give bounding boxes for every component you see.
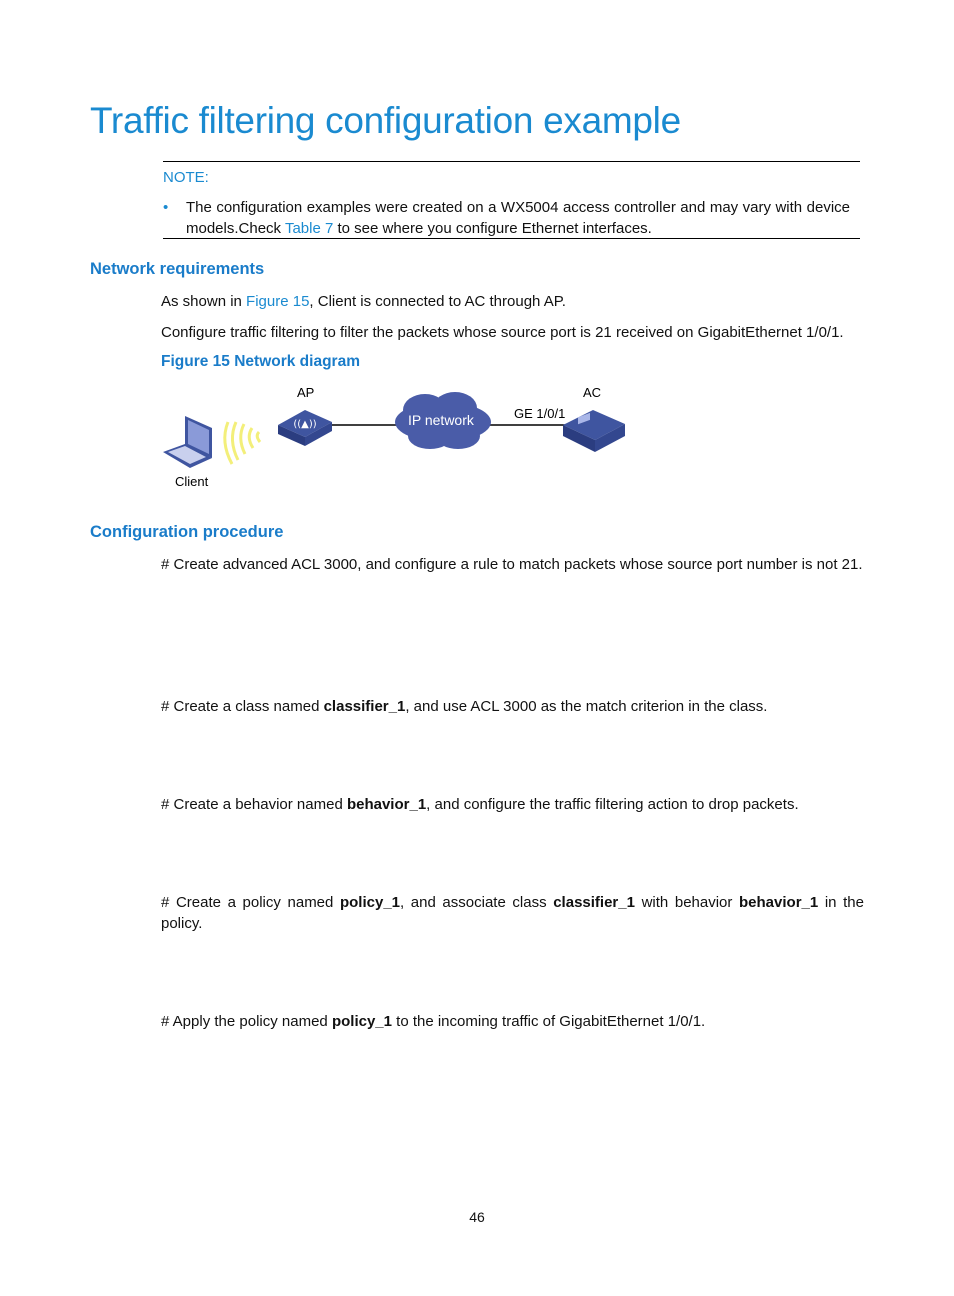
ac-label: AC [583,385,602,400]
requirements-paragraph-1: As shown in Figure 15, Client is connect… [161,291,864,312]
text: , and configure the traffic filtering ac… [426,796,799,813]
policy-name: policy_1 [339,894,401,911]
laptop-icon [163,416,212,468]
text: to the incoming traffic of GigabitEthern… [391,1013,706,1030]
class-name: classifier_1 [553,894,635,911]
diagram-graphics: ((▲)) [163,392,625,468]
step-4: # Create a policy named policy_1, and as… [161,892,864,934]
document-page: Traffic filtering configuration example … [0,0,954,1296]
note-bullet: • The configuration examples were create… [163,197,850,239]
ac-device-icon [563,410,625,452]
network-diagram: ((▲)) AP AC GE 1/0/1 IP network Client [150,380,640,495]
step-2: # Create a class named classifier_1, and… [161,696,864,717]
figure-15-link[interactable]: Figure 15 [246,293,309,310]
policy-name: policy_1 [331,1013,392,1030]
note-top-rule [163,161,860,162]
text: , and use ACL 3000 as the match criterio… [405,698,768,715]
page-title: Traffic filtering configuration example [90,100,681,141]
step-5: # Apply the policy named policy_1 to the… [161,1011,864,1032]
note-bottom-rule [163,238,860,239]
text: # Apply the policy named [161,1013,332,1030]
text: # Create a behavior named [161,796,347,813]
behavior-name: behavior_1 [739,894,819,911]
svg-text:((▲)): ((▲)) [293,419,316,430]
text: # Create a class named [161,698,324,715]
text: , Client is connected to AC through AP. [309,293,566,310]
port-label: GE 1/0/1 [514,406,566,421]
step-1: # Create advanced ACL 3000, and configur… [161,556,863,573]
step-3: # Create a behavior named behavior_1, an… [161,794,864,815]
wireless-signal-icon [223,421,262,465]
ap-label: AP [297,385,315,400]
ap-device-icon: ((▲)) [278,410,332,446]
requirements-paragraph-2: Configure traffic filtering to filter th… [161,324,844,341]
text: with behavior [634,894,740,911]
network-requirements-heading: Network requirements [90,260,265,278]
class-name: classifier_1 [323,698,406,715]
text: As shown in [161,293,247,310]
note-text-end: to see where you configure Ethernet inte… [333,220,652,237]
behavior-name: behavior_1 [346,796,427,813]
text: , and associate class [400,894,554,911]
configuration-procedure-heading: Configuration procedure [90,523,284,541]
client-label: Client [175,474,209,489]
bullet-icon: • [163,199,169,216]
note-label: NOTE: [163,169,209,186]
figure-caption: Figure 15 Network diagram [161,353,360,370]
cloud-label: IP network [408,412,474,428]
text: # Create a policy named [161,894,340,911]
page-number: 46 [469,1209,485,1225]
table-7-link[interactable]: Table 7 [285,220,333,237]
